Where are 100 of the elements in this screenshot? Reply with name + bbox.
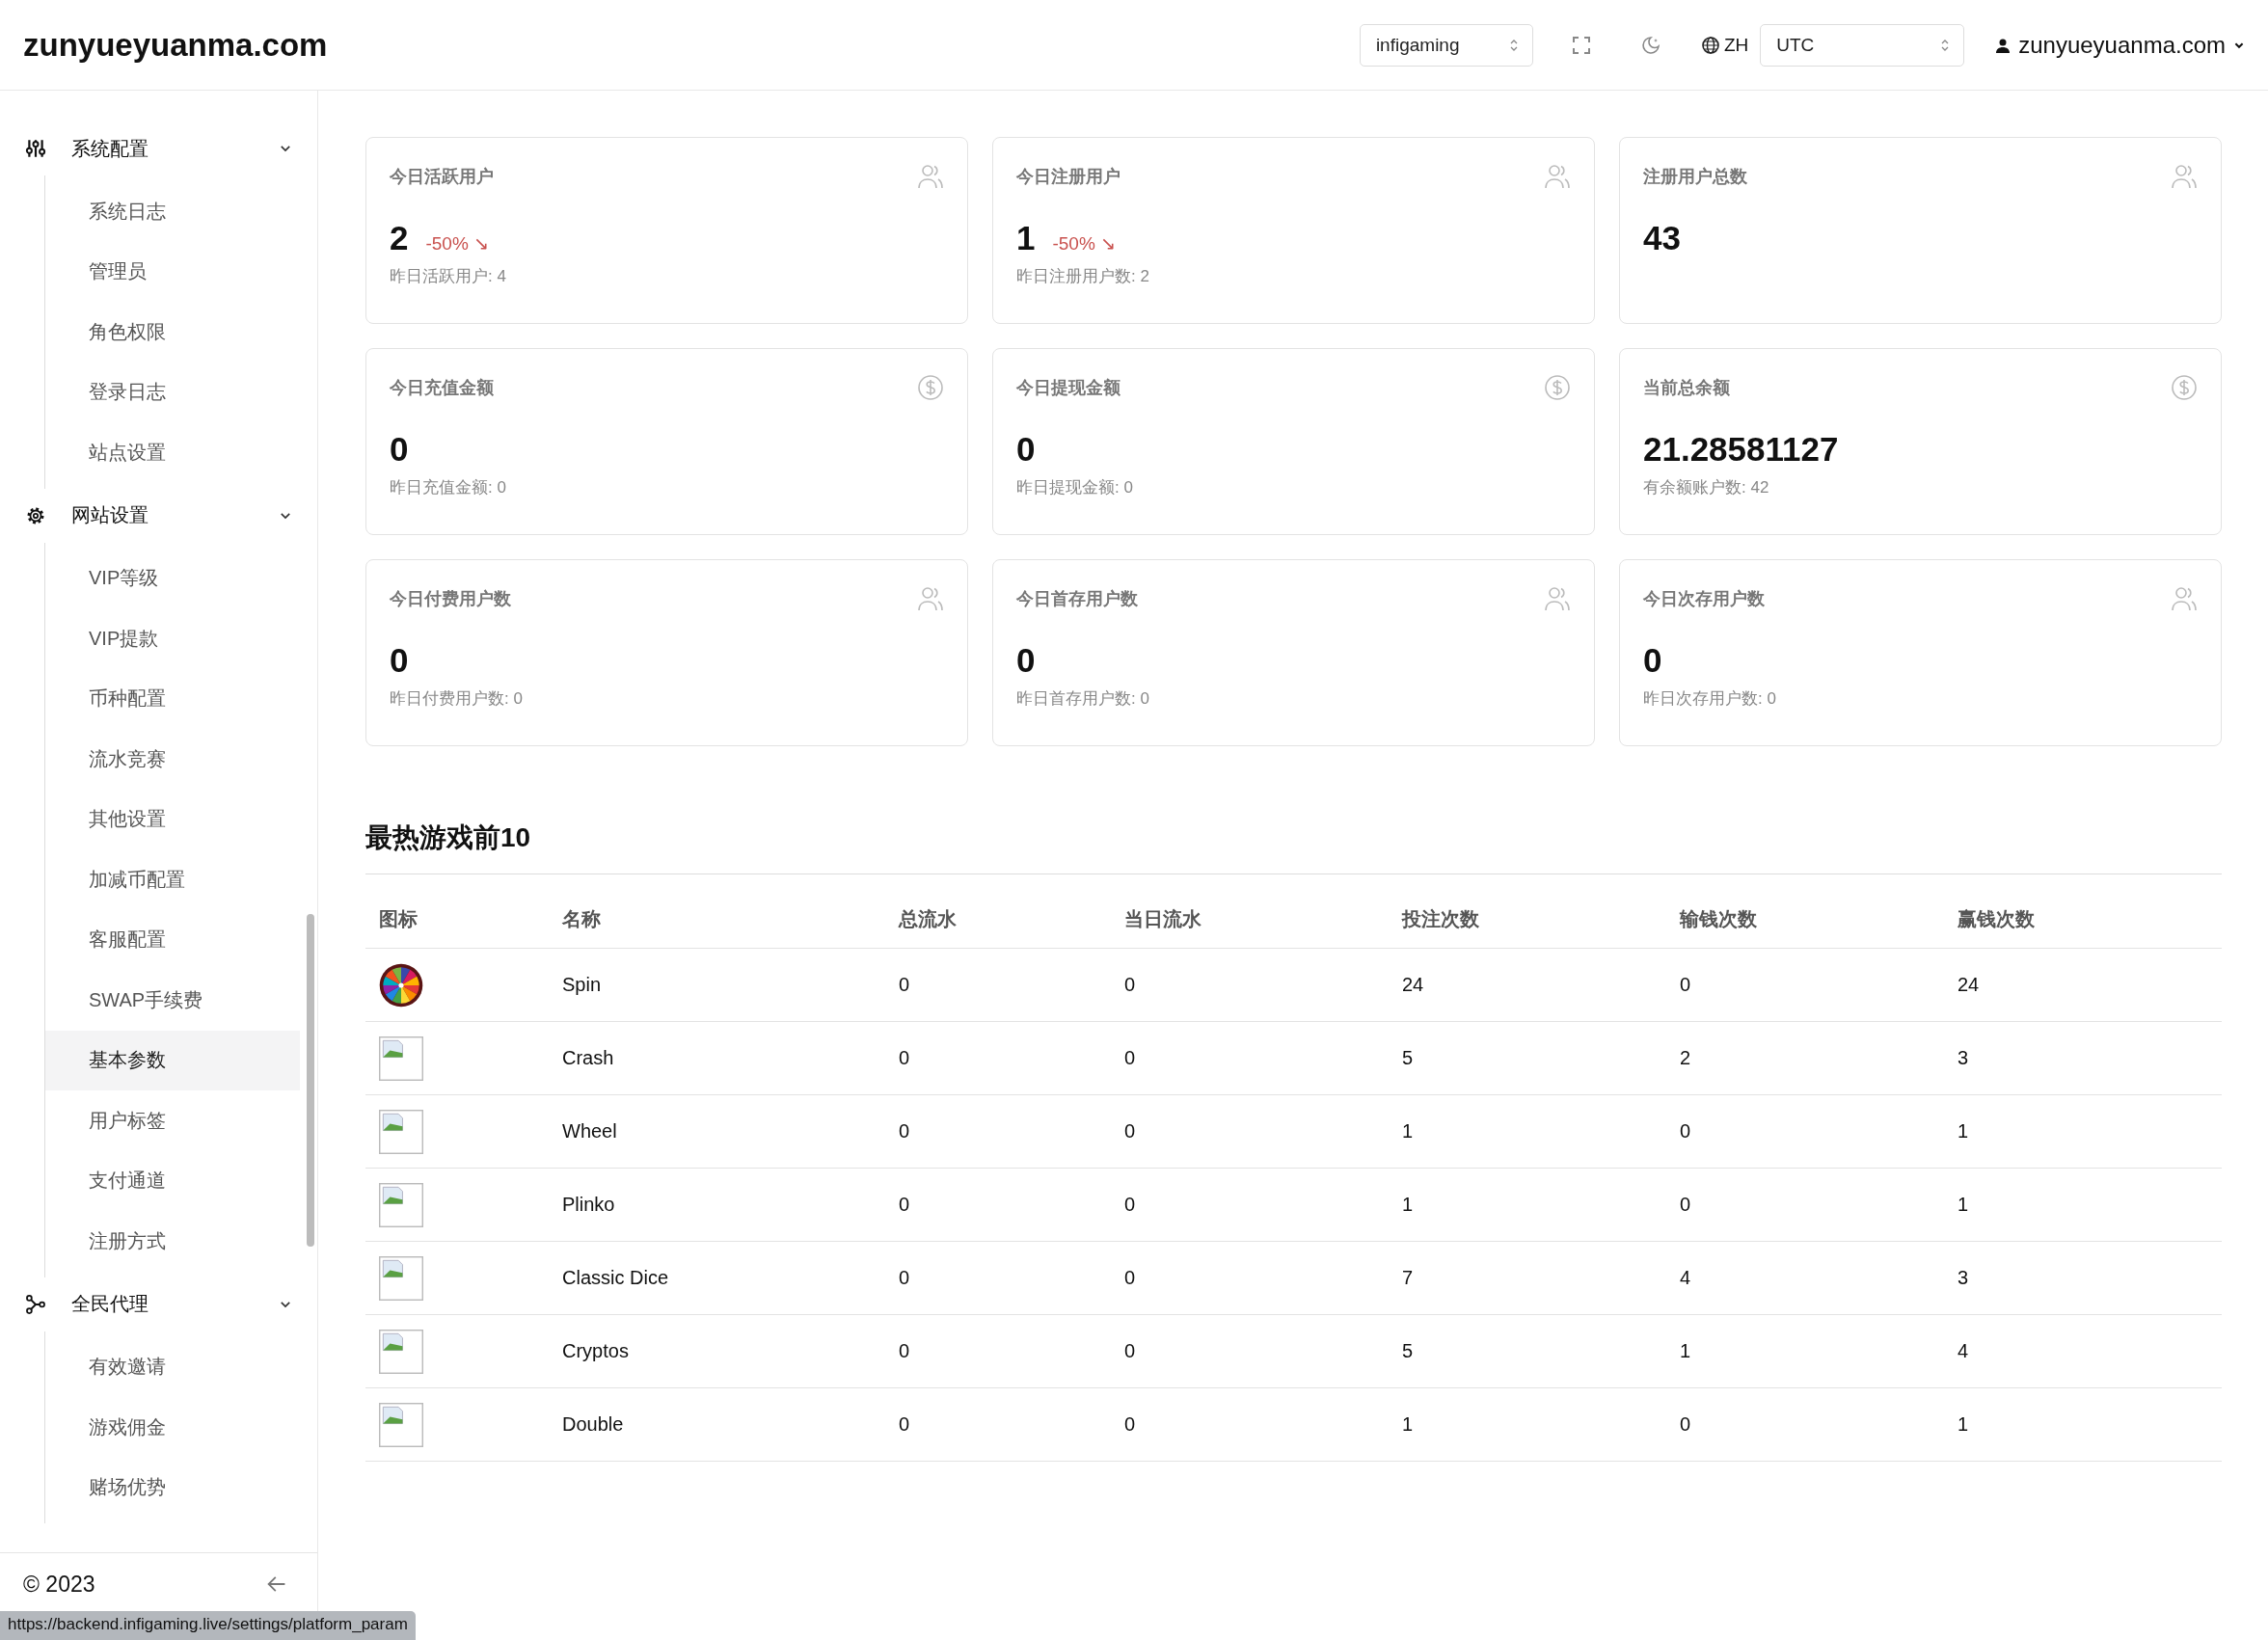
table-cell: 0 (885, 1094, 1111, 1169)
menu-item[interactable]: 流水竞赛 (45, 729, 300, 790)
table-cell: 0 (1666, 1094, 1944, 1169)
moon-icon[interactable] (1640, 35, 1660, 55)
site-select[interactable]: infigaming (1359, 23, 1533, 67)
menu-item[interactable]: 注册方式 (45, 1211, 300, 1272)
menu-item[interactable]: VIP提款 (45, 608, 300, 669)
table-cell: 0 (1111, 1387, 1389, 1462)
menu-item[interactable]: 站点设置 (45, 422, 300, 483)
table-cell: 4 (1666, 1241, 1944, 1315)
dollar-icon (1544, 374, 1571, 401)
table-cell: 2 (1666, 1021, 1944, 1095)
menu-item[interactable]: VIP等级 (45, 548, 300, 608)
menu-item[interactable]: 用户标签 (45, 1090, 300, 1151)
table-cell: 0 (885, 948, 1111, 1022)
table-cell: 5 (1389, 1021, 1666, 1095)
table-cell: 1 (1944, 1094, 2222, 1169)
column-header: 图标 (365, 890, 549, 949)
menu-item[interactable]: 币种配置 (45, 668, 300, 729)
table-cell: Classic Dice (549, 1241, 885, 1315)
menu-item[interactable]: 登录日志 (45, 362, 300, 422)
menu-item[interactable]: 角色权限 (45, 302, 300, 363)
sliders-icon (25, 138, 46, 159)
dollar-icon (917, 374, 944, 401)
globe-icon (1700, 35, 1720, 55)
table-cell: 0 (885, 1168, 1111, 1242)
column-header: 输钱次数 (1666, 890, 1944, 949)
menu-item[interactable]: 游戏佣金 (45, 1397, 300, 1458)
table-cell: 0 (1666, 1387, 1944, 1462)
menu-group[interactable]: 全民代理 (0, 1277, 317, 1331)
broken-image-icon (379, 1182, 423, 1227)
stat-title: 今日首存用户数 (1016, 588, 1138, 610)
menu-item[interactable]: 基本参数 (45, 1030, 300, 1090)
stat-value: 0 (1016, 430, 1036, 469)
table-cell: 0 (885, 1241, 1111, 1315)
menu-item[interactable]: 系统日志 (45, 181, 300, 242)
fullscreen-icon[interactable] (1571, 35, 1591, 55)
column-header: 当日流水 (1111, 890, 1389, 949)
column-header: 赢钱次数 (1944, 890, 2222, 949)
link-preview-tooltip: https://backend.infigaming.live/settings/platform_param (0, 1611, 416, 1640)
table-cell: 0 (1666, 1168, 1944, 1242)
user-menu[interactable]: zunyueyuanma.com (1995, 31, 2245, 59)
change-percent: -50% ↘ (425, 232, 490, 255)
user-icon (1995, 37, 2012, 53)
column-header: 投注次数 (1389, 890, 1666, 949)
table-cell: 4 (1944, 1314, 2222, 1388)
menu-item[interactable]: 支付通道 (45, 1150, 300, 1211)
stat-value: 0 (390, 430, 409, 469)
table-cell: 7 (1389, 1241, 1666, 1315)
stat-value: 1 (1016, 219, 1036, 257)
wheel-icon (379, 962, 423, 1008)
menu-item[interactable]: 客服配置 (45, 909, 300, 970)
menu-group[interactable]: 系统配置 (0, 121, 317, 175)
language-button[interactable]: ZH (1700, 34, 1749, 56)
table-cell: Spin (549, 948, 885, 1022)
table-cell: 0 (1111, 1241, 1389, 1315)
table-cell: 1 (1944, 1387, 2222, 1462)
menu-item[interactable]: 管理员 (45, 241, 300, 302)
table-cell: Plinko (549, 1168, 885, 1242)
menu-group[interactable]: 网站设置 (0, 488, 317, 543)
table-cell: Double (549, 1387, 885, 1462)
stat-title: 注册用户总数 (1643, 166, 1747, 188)
table-cell: 0 (1111, 948, 1389, 1022)
broken-image-icon (379, 1255, 423, 1301)
table-cell: 3 (1944, 1021, 2222, 1095)
broken-image-icon (379, 1402, 423, 1447)
stat-note: 昨日充值金额: 0 (390, 477, 507, 498)
stat-title: 今日付费用户数 (390, 588, 511, 610)
network-icon (25, 1293, 46, 1315)
menu-item[interactable]: 其他设置 (45, 789, 300, 849)
site-logo[interactable]: zunyueyuanma.com (23, 26, 328, 64)
timezone-select[interactable]: UTC (1760, 23, 1965, 67)
stat-value: 21.28581127 (1643, 430, 1839, 469)
table-cell: 0 (1666, 948, 1944, 1022)
menu-item[interactable]: 赌场优势 (45, 1457, 300, 1518)
menu-item[interactable]: 加减币配置 (45, 849, 300, 910)
stat-note: 昨日次存用户数: 0 (1643, 688, 1777, 710)
table-cell: 24 (1389, 948, 1666, 1022)
stat-value: 0 (1016, 641, 1036, 680)
table-cell: 1 (1944, 1168, 2222, 1242)
users-icon (1544, 163, 1571, 190)
table-cell: Crash (549, 1021, 885, 1095)
table-cell: 1 (1666, 1314, 1944, 1388)
table-cell: 3 (1944, 1241, 2222, 1315)
broken-image-icon (379, 1035, 423, 1081)
table-cell: 5 (1389, 1314, 1666, 1388)
table-cell: 1 (1389, 1094, 1666, 1169)
table-cell: Cryptos (549, 1314, 885, 1388)
menu-item[interactable]: SWAP手续费 (45, 970, 300, 1031)
users-icon (1544, 585, 1571, 612)
stat-title: 今日活跃用户 (390, 166, 494, 188)
stat-note: 有余额账户数: 42 (1643, 477, 1770, 498)
stat-title: 今日次存用户数 (1643, 588, 1765, 610)
table-cell: Wheel (549, 1094, 885, 1169)
stat-title: 今日充值金额 (390, 377, 494, 399)
stat-value: 43 (1643, 219, 1681, 257)
users-icon (2171, 163, 2198, 190)
menu-item[interactable]: 有效邀请 (45, 1336, 300, 1397)
change-percent: -50% ↘ (1052, 232, 1117, 255)
scrollbar[interactable] (307, 914, 314, 1247)
